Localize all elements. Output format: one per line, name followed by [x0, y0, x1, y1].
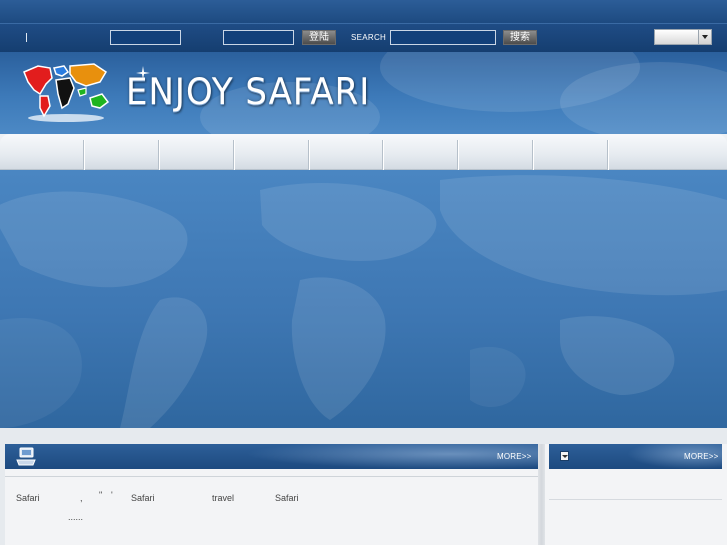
top-bar-separator	[26, 33, 27, 42]
main-text-token: ,	[80, 493, 83, 503]
main-text-token: Safari	[16, 493, 40, 503]
main-text-token: Safari	[131, 493, 155, 503]
nav-item-2[interactable]	[84, 140, 159, 170]
site-header: ENJOY SAFARI	[0, 52, 727, 134]
nav-item-6[interactable]	[383, 140, 458, 170]
world-map-logo[interactable]	[20, 60, 112, 126]
computer-icon	[16, 447, 36, 466]
site-title: ENJOY SAFARI	[126, 70, 371, 114]
nav-item-7[interactable]	[458, 140, 533, 170]
chevron-down-icon[interactable]	[698, 30, 711, 44]
nav-item-5[interactable]	[309, 140, 383, 170]
main-panel-header: MORE>>	[5, 444, 538, 469]
nav-item-4[interactable]	[234, 140, 309, 170]
hero-banner	[0, 170, 727, 428]
side-panel-divider	[549, 499, 722, 500]
header-shine	[244, 444, 538, 469]
nav-item-1[interactable]	[0, 140, 84, 170]
side-panel-more-link[interactable]: MORE>>	[684, 452, 719, 461]
download-icon	[560, 451, 569, 461]
search-button[interactable]: 搜索	[503, 30, 537, 45]
login-button[interactable]: 登陆	[302, 30, 336, 45]
main-text-ellipsis: ......	[68, 512, 84, 522]
nav-item-9[interactable]	[608, 140, 727, 170]
main-panel-divider	[5, 476, 538, 477]
username-input[interactable]	[110, 30, 181, 45]
column-divider	[538, 444, 545, 545]
main-text-token: Safari	[275, 493, 299, 503]
main-panel-more-link[interactable]: MORE>>	[497, 452, 532, 461]
search-label: SEARCH	[351, 33, 387, 42]
top-bar: 登陆 SEARCH 搜索	[0, 0, 727, 52]
main-text-token: '	[111, 490, 113, 500]
language-select[interactable]	[654, 29, 712, 45]
password-input[interactable]	[223, 30, 294, 45]
nav-item-8[interactable]	[533, 140, 608, 170]
main-nav	[0, 134, 727, 170]
search-input[interactable]	[390, 30, 496, 45]
main-text-token: travel	[212, 493, 235, 503]
hero-world-map	[0, 175, 727, 428]
side-panel-header: MORE>>	[549, 444, 722, 469]
main-text-token: "	[99, 490, 103, 500]
nav-item-3[interactable]	[159, 140, 234, 170]
